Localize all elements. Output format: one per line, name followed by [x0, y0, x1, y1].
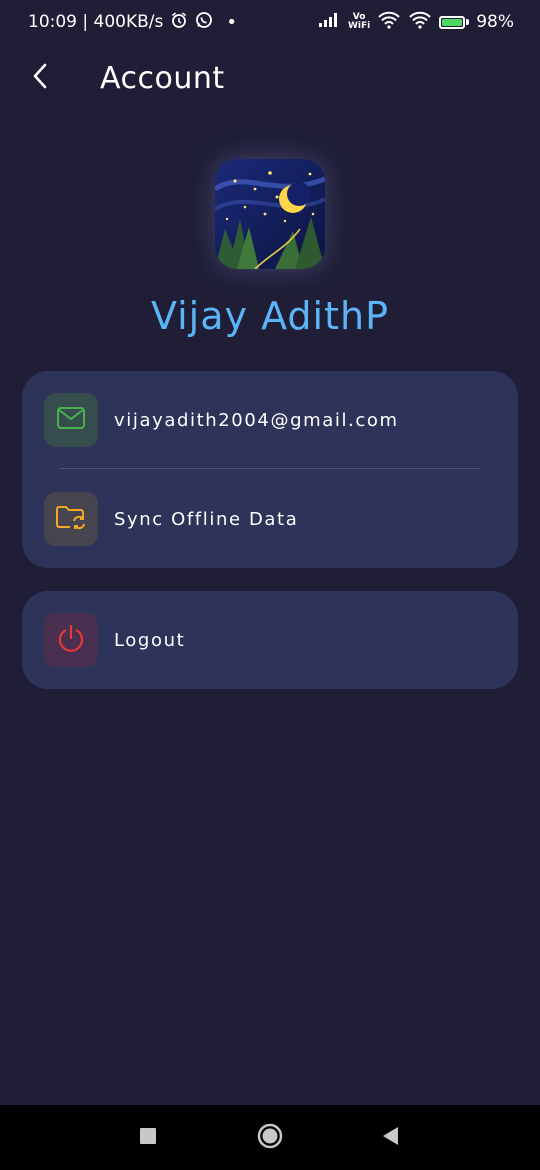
- status-left: 10:09 | 400KB/s •: [28, 11, 237, 34]
- recents-button[interactable]: [118, 1105, 178, 1170]
- wifi-icon-2: [408, 11, 432, 34]
- triangle-back-icon: [381, 1126, 399, 1150]
- vowifi-label: Vo WiFi: [348, 13, 370, 31]
- home-button[interactable]: [240, 1105, 300, 1170]
- divider: [60, 468, 480, 469]
- back-nav-button[interactable]: [360, 1105, 420, 1170]
- night-sky-image: [215, 159, 325, 269]
- signal-icon: [318, 12, 341, 32]
- wifi-icon: [377, 11, 401, 34]
- alarm-icon: [170, 11, 188, 34]
- sync-offline-row[interactable]: Sync Offline Data: [22, 491, 518, 547]
- battery-percent: 98%: [476, 12, 514, 32]
- email-label: vijayadith2004@gmail.com: [114, 409, 399, 431]
- status-bar: 10:09 | 400KB/s • Vo WiFi 98%: [0, 0, 540, 44]
- mail-icon: [56, 406, 86, 434]
- status-right: Vo WiFi 98%: [318, 11, 514, 34]
- email-row[interactable]: vijayadith2004@gmail.com: [22, 392, 518, 448]
- logout-icon-box: [44, 613, 98, 667]
- notification-dot: •: [226, 11, 237, 33]
- whatsapp-icon: [195, 11, 213, 34]
- battery-fill: [442, 18, 462, 26]
- back-button[interactable]: [10, 52, 70, 104]
- account-info-card: vijayadith2004@gmail.com Sync Offline Da…: [22, 371, 518, 568]
- time-speed: 10:09 | 400KB/s: [28, 12, 164, 32]
- avatar: [215, 159, 325, 269]
- vowifi-bottom: WiFi: [347, 21, 371, 31]
- logout-row[interactable]: Logout: [22, 612, 518, 668]
- chevron-left-icon: [31, 62, 49, 94]
- page-title: Account: [100, 60, 225, 96]
- logout-label: Logout: [114, 629, 186, 651]
- system-nav-bar: [0, 1105, 540, 1170]
- folder-sync-icon: [55, 503, 87, 535]
- circle-icon: [257, 1123, 283, 1153]
- sync-icon-box: [44, 492, 98, 546]
- power-icon: [56, 623, 86, 657]
- email-icon-box: [44, 393, 98, 447]
- logout-card: Logout: [22, 591, 518, 689]
- square-icon: [139, 1127, 157, 1149]
- battery-icon: [439, 15, 470, 29]
- user-name: Vijay AdithP: [150, 294, 390, 338]
- sync-offline-label: Sync Offline Data: [114, 508, 299, 530]
- app-bar: Account: [0, 52, 540, 104]
